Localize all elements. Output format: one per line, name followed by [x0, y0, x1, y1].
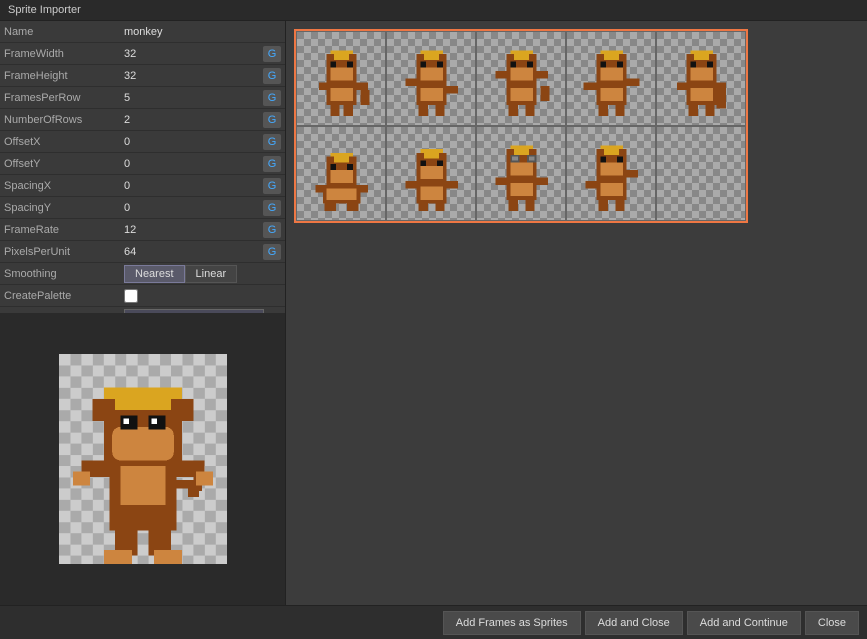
btn-offsetx[interactable]: G — [263, 134, 281, 150]
prop-row-framerate: FrameRate 12 G — [0, 219, 285, 241]
sprite-cell-2 — [386, 31, 476, 126]
label-framesperrow: FramesPerRow — [4, 92, 124, 104]
label-framerate: FrameRate — [4, 224, 124, 236]
left-panel: Name monkey FrameWidth 32 G FrameHeight … — [0, 21, 286, 605]
sprite-cell-6 — [296, 126, 386, 221]
btn-frameheight[interactable]: G — [263, 68, 281, 84]
properties-panel: Name monkey FrameWidth 32 G FrameHeight … — [0, 21, 285, 313]
sprite-sheet — [294, 29, 748, 223]
prop-row-pixelsperunit: PixelsPerUnit 64 G — [0, 241, 285, 263]
label-smoothing: Smoothing — [4, 268, 124, 280]
prop-row-numberofrows: NumberOfRows 2 G — [0, 109, 285, 131]
right-panel — [286, 21, 867, 605]
prop-row-name: Name monkey — [0, 21, 285, 43]
btn-spacingx[interactable]: G — [263, 178, 281, 194]
sprite-cell-9 — [566, 126, 656, 221]
title-bar: Sprite Importer — [0, 0, 867, 21]
preview-monkey-sprite — [43, 354, 243, 564]
value-name: monkey — [124, 26, 281, 38]
value-pixelsperunit: 64 — [124, 246, 263, 258]
btn-framewidth[interactable]: G — [263, 46, 281, 62]
label-createpalette: CreatePalette — [4, 290, 124, 302]
prop-row-spacingx: SpacingX 0 G — [0, 175, 285, 197]
prop-row-spacingy: SpacingY 0 G — [0, 197, 285, 219]
smoothing-nearest-btn[interactable]: Nearest — [124, 265, 185, 283]
value-numberofrows: 2 — [124, 114, 263, 126]
btn-framerate[interactable]: G — [263, 222, 281, 238]
prop-row-frameheight: FrameHeight 32 G — [0, 65, 285, 87]
sprite-cell-3 — [476, 31, 566, 126]
preview-area — [0, 313, 285, 605]
label-offsetx: OffsetX — [4, 136, 124, 148]
value-offsety: 0 — [124, 158, 263, 170]
label-offsety: OffsetY — [4, 158, 124, 170]
sprite-grid — [296, 31, 746, 221]
sprite-cell-4 — [566, 31, 656, 126]
label-pixelsperunit: PixelsPerUnit — [4, 246, 124, 258]
add-and-close-button[interactable]: Add and Close — [585, 611, 683, 635]
prop-row-createpalette: CreatePalette — [0, 285, 285, 307]
btn-pixelsperunit[interactable]: G — [263, 244, 281, 260]
title-text: Sprite Importer — [8, 4, 81, 16]
add-and-continue-button[interactable]: Add and Continue — [687, 611, 801, 635]
prop-row-smoothing: Smoothing Nearest Linear — [0, 263, 285, 285]
label-numberofrows: NumberOfRows — [4, 114, 124, 126]
btn-framesperrow[interactable]: G — [263, 90, 281, 106]
value-spacingx: 0 — [124, 180, 263, 192]
sprite-cell-10 — [656, 126, 746, 221]
value-framesperrow: 5 — [124, 92, 263, 104]
label-framewidth: FrameWidth — [4, 48, 124, 60]
prop-row-offsetx: OffsetX 0 G — [0, 131, 285, 153]
value-offsetx: 0 — [124, 136, 263, 148]
btn-numberofrows[interactable]: G — [263, 112, 281, 128]
sprite-cell-8 — [476, 126, 566, 221]
value-framerate: 12 — [124, 224, 263, 236]
createpalette-checkbox[interactable] — [124, 289, 138, 303]
value-framewidth: 32 — [124, 48, 263, 60]
label-spacingy: SpacingY — [4, 202, 124, 214]
prop-row-framewidth: FrameWidth 32 G — [0, 43, 285, 65]
label-spacingx: SpacingX — [4, 180, 124, 192]
sprite-cell-7 — [386, 126, 476, 221]
value-spacingy: 0 — [124, 202, 263, 214]
label-name: Name — [4, 26, 124, 38]
sprite-cell-5 — [656, 31, 746, 126]
prop-row-offsety: OffsetY 0 G — [0, 153, 285, 175]
btn-offsety[interactable]: G — [263, 156, 281, 172]
value-frameheight: 32 — [124, 70, 263, 82]
prop-row-framesperrow: FramesPerRow 5 G — [0, 87, 285, 109]
add-frames-as-sprites-button[interactable]: Add Frames as Sprites — [443, 611, 581, 635]
label-frameheight: FrameHeight — [4, 70, 124, 82]
footer: Add Frames as Sprites Add and Close Add … — [0, 605, 867, 639]
smoothing-linear-btn[interactable]: Linear — [185, 265, 238, 283]
btn-spacingy[interactable]: G — [263, 200, 281, 216]
close-button[interactable]: Close — [805, 611, 859, 635]
sprite-cell-1 — [296, 31, 386, 126]
